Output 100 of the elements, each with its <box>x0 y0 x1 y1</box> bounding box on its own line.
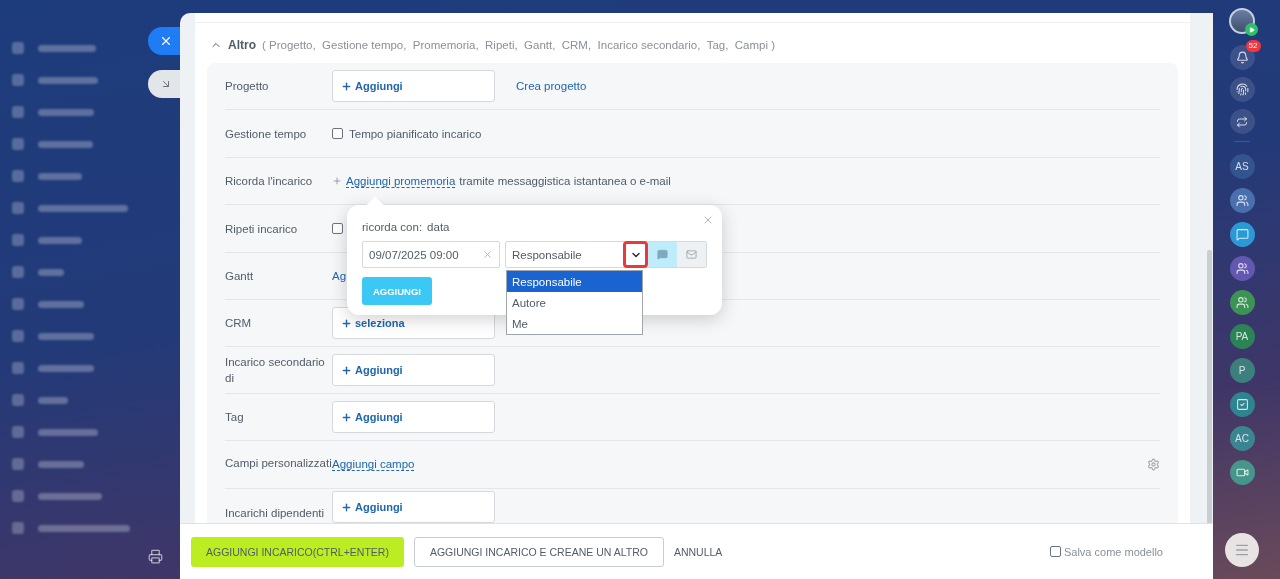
blurred-icon[interactable] <box>12 170 24 182</box>
create-link[interactable]: Crea progetto <box>516 80 587 92</box>
blurred-icon[interactable] <box>12 106 24 118</box>
blurred-icon[interactable] <box>12 42 24 54</box>
chat-initials: P <box>1238 365 1246 376</box>
checkbox[interactable] <box>332 128 343 139</box>
plus-icon <box>341 411 352 423</box>
add-button[interactable]: Aggiungi <box>332 491 495 523</box>
close-icon <box>159 34 173 48</box>
fingerprint-button[interactable] <box>1229 77 1255 102</box>
field-label: Incarico secondario di <box>225 355 326 386</box>
notifications-button[interactable] <box>1229 45 1255 70</box>
add-button[interactable]: Aggiungi <box>332 354 495 386</box>
blurred-icon[interactable] <box>12 74 24 86</box>
blurred-text[interactable] <box>38 172 82 180</box>
chat-button[interactable]: P <box>1229 358 1255 383</box>
recipient-select[interactable]: Responsabile <box>505 241 707 268</box>
group-icon <box>1235 194 1249 207</box>
notification-badge: 52 <box>1245 40 1261 52</box>
add-another-button[interactable]: AGGIUNGI INCARICO E CREANE UN ALTRO <box>413 536 664 567</box>
close-icon[interactable] <box>702 214 714 226</box>
chat-button[interactable] <box>1229 222 1255 247</box>
blurred-icon[interactable] <box>12 522 24 534</box>
blurred-text[interactable] <box>38 204 128 212</box>
add-button[interactable]: Aggiungi <box>332 401 495 433</box>
chat-button[interactable] <box>1229 460 1255 485</box>
message-button[interactable] <box>648 242 677 267</box>
blurred-text[interactable] <box>38 236 82 244</box>
group-icon <box>1235 296 1249 309</box>
cancel-button[interactable]: ANNULLA <box>673 536 723 567</box>
chat-icon <box>1235 228 1249 241</box>
video-icon <box>1235 466 1249 479</box>
section-title[interactable]: Altro <box>228 38 256 52</box>
field-label: Gantt <box>225 269 255 284</box>
add-field-link[interactable]: Aggiungi campo <box>332 458 415 471</box>
blurred-icon[interactable] <box>12 394 24 406</box>
clear-icon[interactable] <box>482 249 493 260</box>
menu-icon <box>1234 542 1250 558</box>
chat-button[interactable] <box>1229 256 1255 281</box>
plus-icon <box>341 364 352 376</box>
blurred-icon[interactable] <box>12 138 24 150</box>
chat-button[interactable]: AC <box>1229 426 1255 451</box>
blurred-text[interactable] <box>38 44 96 52</box>
collapse-icon <box>160 78 172 90</box>
printer-icon[interactable] <box>148 549 163 564</box>
blurred-text[interactable] <box>38 364 94 372</box>
blurred-icon[interactable] <box>12 234 24 246</box>
blurred-text[interactable] <box>38 300 84 308</box>
scrollbar[interactable] <box>1207 250 1212 523</box>
plus-icon <box>341 501 352 513</box>
blurred-icon[interactable] <box>12 426 24 438</box>
checkbox[interactable] <box>1049 546 1061 557</box>
dropdown-caret[interactable] <box>623 241 648 268</box>
dropdown-option[interactable]: Responsabile <box>507 271 642 292</box>
blurred-text[interactable] <box>38 332 94 340</box>
user-avatar[interactable] <box>1229 8 1255 34</box>
blurred-text[interactable] <box>38 108 94 116</box>
blurred-icon[interactable] <box>12 362 24 374</box>
blurred-text[interactable] <box>38 140 93 148</box>
add-button[interactable]: Aggiungi <box>332 70 495 102</box>
chat-button[interactable] <box>1229 188 1255 213</box>
checkbox-label: Salva come modello <box>1063 545 1163 558</box>
submit-button[interactable]: AGGIUNGI INCARICO(CTRL+ENTER) <box>191 536 404 567</box>
blurred-icon[interactable] <box>12 202 24 214</box>
field-label: Ripeti incarico <box>225 221 299 237</box>
blurred-text[interactable] <box>38 76 98 84</box>
chat-button[interactable] <box>1229 392 1255 417</box>
blurred-text[interactable] <box>38 460 84 468</box>
blurred-text[interactable] <box>38 492 102 500</box>
chat-initials: AC <box>1235 433 1249 444</box>
blurred-text[interactable] <box>38 396 68 404</box>
close-button[interactable] <box>148 27 180 55</box>
chat-button[interactable]: PA <box>1229 324 1255 349</box>
email-button[interactable] <box>677 242 706 267</box>
collapse-button[interactable] <box>148 70 180 98</box>
field-label: Incarichi dipendenti <box>225 506 326 521</box>
chat-icon <box>657 249 668 260</box>
blurred-icon[interactable] <box>12 330 24 342</box>
plus-icon <box>341 317 352 329</box>
blurred-text[interactable] <box>38 268 64 276</box>
checkbox[interactable] <box>332 223 343 234</box>
fingerprint-icon <box>1235 83 1249 96</box>
blurred-icon[interactable] <box>12 458 24 470</box>
blurred-icon[interactable] <box>12 298 24 310</box>
chat-button[interactable]: AS <box>1229 154 1255 179</box>
chat-button[interactable] <box>1229 290 1255 315</box>
date-field[interactable]: 09/07/2025 09:00 <box>362 241 500 268</box>
menu-button[interactable] <box>1225 533 1259 567</box>
blurred-text[interactable] <box>38 428 98 436</box>
add-reminder-link[interactable]: Aggiungi promemoria <box>346 174 456 188</box>
exchange-button[interactable] <box>1229 109 1255 134</box>
add-link[interactable]: Ag <box>332 270 347 282</box>
remind-mode[interactable]: data <box>427 221 450 233</box>
blurred-text[interactable] <box>38 524 130 532</box>
group-icon <box>1235 262 1249 275</box>
chat-initials: PA <box>1235 331 1249 342</box>
settings-icon[interactable] <box>1147 458 1160 471</box>
blurred-icon[interactable] <box>12 266 24 278</box>
blurred-icon[interactable] <box>12 490 24 502</box>
repeat-icon <box>1236 115 1248 128</box>
